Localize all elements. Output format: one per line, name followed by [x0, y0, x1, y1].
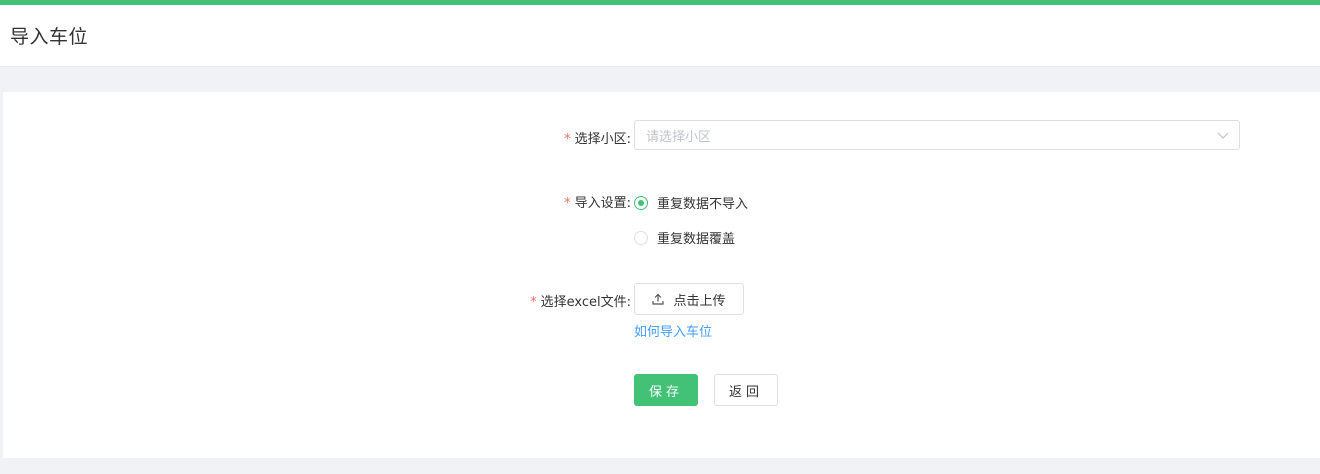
- community-select[interactable]: 请选择小区: [634, 120, 1240, 150]
- required-mark: *: [530, 295, 537, 310]
- community-label-text: 选择小区:: [574, 132, 631, 147]
- community-label: * 选择小区:: [564, 128, 631, 147]
- upload-button[interactable]: 点击上传: [634, 283, 744, 315]
- how-to-import-link[interactable]: 如何导入车位: [634, 321, 712, 340]
- excel-file-label: * 选择excel文件:: [530, 291, 631, 310]
- required-mark: *: [564, 132, 571, 147]
- import-form-card: * 选择小区: 请选择小区 * 导入设置: 重复数据不导入 重复数据覆盖 * 选择ex…: [3, 92, 1320, 458]
- import-setting-label: * 导入设置:: [564, 192, 631, 211]
- radio-overwrite-duplicates-label: 重复数据覆盖: [657, 232, 736, 247]
- save-button[interactable]: 保存: [634, 374, 698, 406]
- import-setting-label-text: 导入设置:: [574, 196, 631, 211]
- radio-overwrite-duplicates[interactable]: 重复数据覆盖: [634, 228, 735, 247]
- upload-icon: [652, 293, 665, 305]
- radio-skip-duplicates[interactable]: 重复数据不导入: [634, 193, 748, 212]
- chevron-down-icon: [1217, 132, 1229, 139]
- radio-skip-duplicates-label: 重复数据不导入: [657, 197, 749, 212]
- excel-file-label-text: 选择excel文件:: [540, 295, 631, 310]
- community-select-placeholder: 请选择小区: [646, 129, 712, 145]
- radio-checked-icon: [634, 195, 648, 210]
- radio-unchecked-icon: [634, 230, 648, 245]
- back-button[interactable]: 返回: [714, 374, 778, 406]
- page-title: 导入车位: [10, 26, 89, 48]
- page-header: 导入车位: [0, 5, 1320, 67]
- required-mark: *: [564, 196, 571, 211]
- upload-button-label: 点击上传: [673, 293, 726, 309]
